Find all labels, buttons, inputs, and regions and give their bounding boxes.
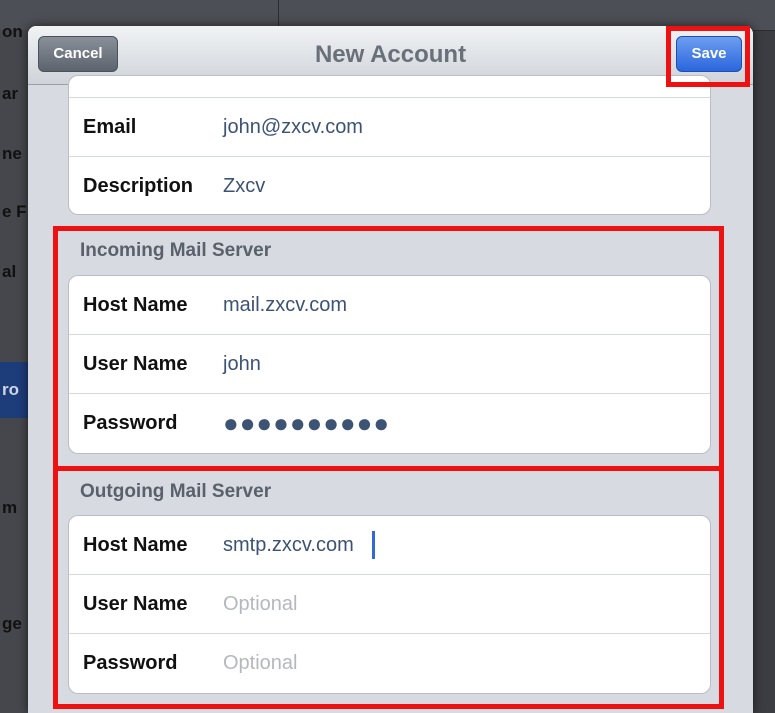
outgoing-server-group: Host Name smtp.zxcv.com User Name Option…	[68, 515, 711, 694]
outgoing-password-row[interactable]: Password Optional	[69, 634, 710, 693]
background-text-fragment: ar	[2, 84, 19, 103]
user-name-label: User Name	[83, 353, 188, 375]
background-text-fragment: m	[2, 498, 18, 517]
host-name-label: Host Name	[83, 534, 188, 556]
outgoing-host-row[interactable]: Host Name smtp.zxcv.com	[69, 516, 710, 575]
table-row-partial	[69, 76, 710, 98]
cancel-button[interactable]: Cancel	[38, 36, 118, 72]
email-label: Email	[83, 116, 137, 138]
incoming-section-header: Incoming Mail Server	[80, 240, 272, 261]
incoming-user-field[interactable]: john	[223, 335, 261, 394]
user-name-label: User Name	[83, 593, 188, 615]
incoming-user-row[interactable]: User Name john	[69, 335, 710, 394]
description-row[interactable]: Description Zxcv	[69, 157, 710, 214]
outgoing-host-field[interactable]: smtp.zxcv.com	[223, 516, 354, 575]
password-label: Password	[83, 652, 178, 674]
outgoing-section-header: Outgoing Mail Server	[80, 481, 272, 502]
description-label: Description	[83, 175, 194, 197]
incoming-host-row[interactable]: Host Name mail.zxcv.com	[69, 276, 710, 335]
background-text-fragment: ge	[2, 614, 22, 633]
background-text-fragment: al	[2, 262, 17, 281]
account-group: Email john@zxcv.com Description Zxcv	[68, 75, 711, 215]
background-text-fragment: e F	[2, 202, 27, 221]
background-text-fragment: ro	[2, 380, 19, 399]
description-field[interactable]: Zxcv	[223, 157, 265, 214]
save-button[interactable]: Save	[676, 36, 742, 72]
text-cursor	[372, 531, 375, 559]
form-content: Email john@zxcv.com Description Zxcv Inc…	[28, 75, 753, 713]
outgoing-password-field[interactable]: Optional	[223, 634, 298, 693]
outgoing-user-field[interactable]: Optional	[223, 575, 298, 634]
password-label: Password	[83, 412, 178, 434]
incoming-password-row[interactable]: Password ●●●●●●●●●●	[69, 394, 710, 453]
background-text-fragment: ne	[2, 144, 22, 163]
email-field[interactable]: john@zxcv.com	[223, 98, 363, 157]
host-name-label: Host Name	[83, 294, 188, 316]
incoming-password-field[interactable]: ●●●●●●●●●●	[223, 394, 390, 453]
incoming-host-field[interactable]: mail.zxcv.com	[223, 276, 347, 335]
new-account-sheet: New Account Cancel Save Email john@zxcv.…	[28, 26, 753, 713]
outgoing-user-row[interactable]: User Name Optional	[69, 575, 710, 634]
email-row[interactable]: Email john@zxcv.com	[69, 98, 710, 157]
background-text-fragment: on	[2, 22, 23, 41]
incoming-server-group: Host Name mail.zxcv.com User Name john P…	[68, 275, 711, 454]
